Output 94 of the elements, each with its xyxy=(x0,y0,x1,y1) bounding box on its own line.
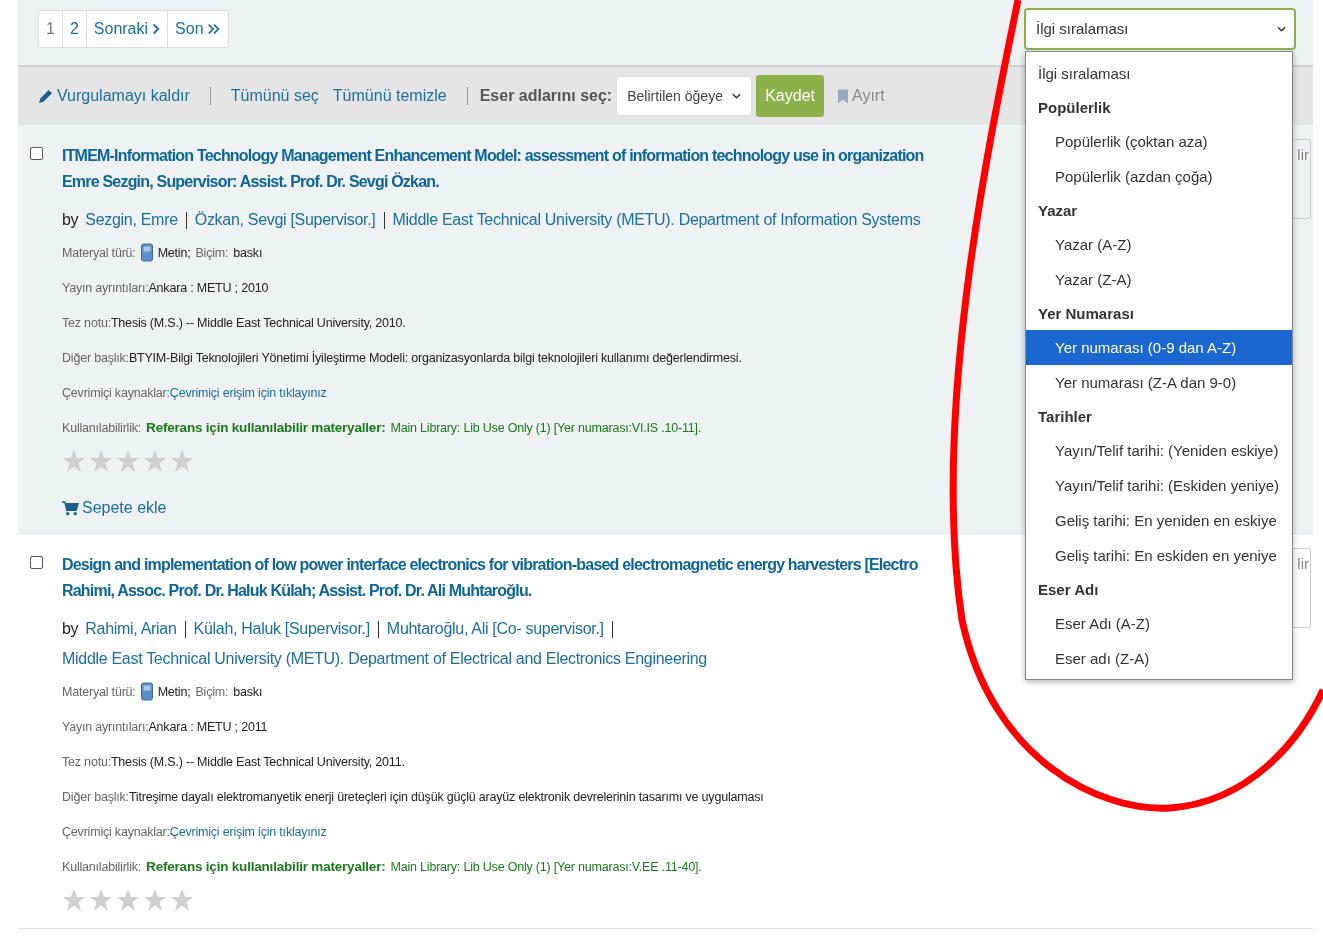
sort-option[interactable]: Geliş tarihi: En yeniden en eskiye xyxy=(1026,502,1292,538)
meta-value: baskı xyxy=(233,684,263,699)
separate-link[interactable]: Ayırt xyxy=(838,87,885,105)
availability-status: Referans için kullanılabilir materyaller: xyxy=(146,420,386,435)
star-icon[interactable] xyxy=(116,449,140,473)
result-checkbox[interactable] xyxy=(30,556,43,569)
availability-value: Main Library: Lib Use Only (1) [Yer numarası:V.EE .11-40]. xyxy=(390,859,702,874)
meta-label: Tez notu: xyxy=(62,315,111,330)
option-group-label: Yer Numarası xyxy=(1037,303,1135,324)
meta-label: Tez notu: xyxy=(62,754,111,769)
meta-label: Çevrimiçi kaynaklar: xyxy=(62,385,170,400)
availability-value: Main Library: Lib Use Only (1) [Yer numarası:VI.IS .10-11]. xyxy=(390,420,702,435)
sort-option[interactable]: Yazar (A-Z) xyxy=(1026,226,1292,262)
meta-value: Metin; xyxy=(157,245,191,260)
star-icon[interactable] xyxy=(116,888,140,912)
star-icon[interactable] xyxy=(62,888,86,912)
option-group-label: Yazar xyxy=(1037,200,1079,221)
pagination-link[interactable]: 2 xyxy=(61,10,86,47)
online-access-link[interactable]: Çevrimiçi erişim için tıklayınız xyxy=(169,385,327,400)
caret-icon xyxy=(1277,25,1286,32)
sort-option[interactable]: Popülerlik (azdan çoğa) xyxy=(1026,158,1292,194)
meta-label: Yayın ayrıntıları: xyxy=(62,280,149,295)
meta-value: Ankara : METU ; 2011 xyxy=(148,719,268,734)
star-icon[interactable] xyxy=(89,888,113,912)
unhighlight-link[interactable]: Vurgulamayı kaldır xyxy=(38,87,190,105)
option-group-label: Eser Adı xyxy=(1037,579,1100,600)
online-access-link[interactable]: Çevrimiçi erişim için tıklayınız xyxy=(169,824,327,839)
star-icon[interactable] xyxy=(62,449,86,473)
chevron-right-icon xyxy=(151,22,161,35)
meta-label: Yayın ayrıntıları: xyxy=(62,719,149,734)
star-icon[interactable] xyxy=(143,449,167,473)
option-group-label: Tarihler xyxy=(1037,406,1093,427)
result-title-link[interactable]: ITMEM-Information Technology Management Enhancement Model: assessment of information technology use in organization Emre Sezgin, Supervisor: Assist. Prof. Dr. Sevgi Özkan. xyxy=(62,143,924,195)
by-label: by xyxy=(62,210,79,230)
meta-value: Metin; xyxy=(157,684,191,699)
meta-label: Biçim: xyxy=(195,684,229,699)
meta-label: Diğer başlık: xyxy=(62,789,129,804)
meta-value: Titreşime dayalı elektromanyetik enerji üreteçleri için düşük güçlü arayüz elektronik devrelerinin tasarımı ve uygulaması xyxy=(128,789,764,804)
pagination-link[interactable]: 1 xyxy=(39,10,62,47)
availability-status: Referans için kullanılabilir materyaller: xyxy=(146,859,386,874)
meta-label: Kullanılabilirlik: xyxy=(62,859,142,874)
sort-option[interactable]: Eser Adı (A-Z) xyxy=(1026,605,1292,641)
pagination-link[interactable]: Sonraki xyxy=(85,10,168,47)
star-rating[interactable] xyxy=(62,449,194,473)
sort-option[interactable]: Yer numarası (0-9 dan A-Z) xyxy=(1026,329,1292,365)
meta-label: Çevrimiçi kaynaklar: xyxy=(62,824,170,839)
select-all-link[interactable]: Tümünü seç xyxy=(230,87,319,105)
sort-option[interactable]: Yazar (Z-A) xyxy=(1026,261,1292,297)
meta-value: Ankara : METU ; 2010 xyxy=(148,280,269,295)
book-icon xyxy=(140,243,153,262)
star-icon[interactable] xyxy=(170,888,194,912)
sort-option[interactable]: İlgi sıralaması xyxy=(1026,55,1292,91)
pencil-icon xyxy=(38,88,53,104)
result-title-link[interactable]: Design and implementation of low power interface electronics for vibration-based electromagnetic energy harvesters [Electro Rahimi, Assoc. Prof. Dr. Haluk Külah; Assist. Prof. Dr. Ali Muhtaroğlu. xyxy=(62,552,918,604)
author-link[interactable]: Sezgin, Emre xyxy=(85,205,178,235)
author-link[interactable]: Külah, Haluk [Supervisor.] xyxy=(193,614,370,644)
star-icon[interactable] xyxy=(143,888,167,912)
author-link[interactable]: Middle East Technical University (METU). Department of Electrical and Electronics Engineering xyxy=(62,644,707,674)
meta-value: Thesis (M.S.) -- Middle East Technical University, 2011. xyxy=(110,754,405,769)
author-link[interactable]: Middle East Technical University (METU). Department of Information Systems xyxy=(392,205,921,235)
double-chevron-icon xyxy=(206,22,221,35)
meta-value: Thesis (M.S.) -- Middle East Technical University, 2010. xyxy=(110,315,406,330)
author-link[interactable]: Muhtaroğlu, Ali [Co- supervisor.] xyxy=(386,614,604,644)
author-link[interactable]: Rahimi, Arian xyxy=(85,614,177,644)
sort-option[interactable]: Eser adı (Z-A) xyxy=(1026,640,1292,676)
sort-option[interactable]: Yayın/Telif tarihi: (Eskiden yeniye) xyxy=(1026,467,1292,503)
meta-label: Biçim: xyxy=(195,245,229,260)
pagination-link[interactable]: Son xyxy=(167,10,228,47)
sort-option[interactable]: Yayın/Telif tarihi: (Yeniden eskiye) xyxy=(1026,432,1292,468)
star-rating[interactable] xyxy=(62,888,194,912)
caret-icon xyxy=(732,93,742,99)
author-link[interactable]: Özkan, Sevgi [Supervisor.] xyxy=(194,205,376,235)
meta-value: BTYIM-Bilgi Teknolojileri Yönetimi İyileştirme Modeli: organizasyonlarda bilgi teknolojileri kullanımı değerlendirmesi. xyxy=(128,350,742,365)
book-icon xyxy=(140,682,153,701)
sort-option[interactable]: Geliş tarihi: En eskiden en yeniye xyxy=(1026,537,1292,573)
result-checkbox[interactable] xyxy=(30,147,43,160)
option-group-label: Popülerlik xyxy=(1037,97,1112,118)
sort-select[interactable]: İlgi sıralaması xyxy=(1025,8,1295,49)
star-icon[interactable] xyxy=(170,449,194,473)
meta-value: baskı xyxy=(233,245,263,260)
meta-label: Materyal türü: xyxy=(62,245,136,260)
star-icon[interactable] xyxy=(89,449,113,473)
clear-all-link[interactable]: Tümünü temizle xyxy=(332,87,447,105)
cart-icon xyxy=(62,500,79,516)
sort-option[interactable]: Yer numarası (Z-A dan 9-0) xyxy=(1026,364,1292,400)
sort-option[interactable]: Popülerlik (çoktan aza) xyxy=(1026,123,1292,159)
meta-label: Kullanılabilirlik: xyxy=(62,420,142,435)
add-to-cart-link[interactable]: Sepete ekle xyxy=(62,499,167,517)
meta-label: Diğer başlık: xyxy=(62,350,129,365)
titles-select[interactable]: Belirtilen öğeye xyxy=(616,76,753,116)
meta-label: Materyal türü: xyxy=(62,684,136,699)
by-label: by xyxy=(62,619,79,639)
bookmark-icon xyxy=(838,88,848,104)
select-titles-label: Eser adlarını seç: xyxy=(479,87,613,105)
